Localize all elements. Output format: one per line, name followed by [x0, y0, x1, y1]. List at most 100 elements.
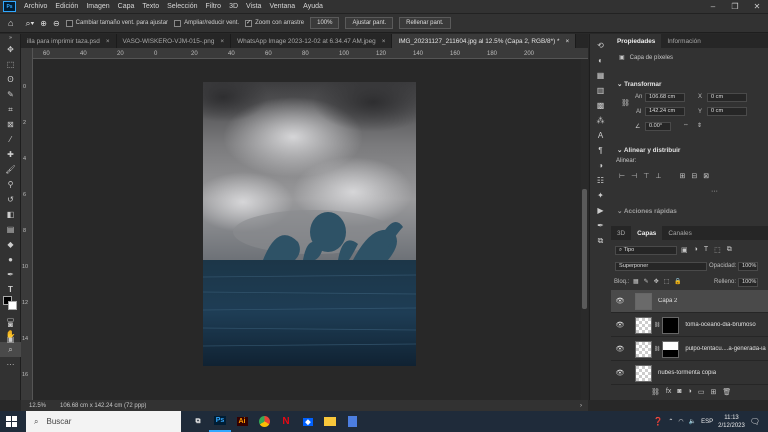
fill-screen-button[interactable]: Rellenar pant. — [399, 17, 451, 29]
blend-mode-select[interactable]: Superponer — [615, 262, 707, 271]
close-icon[interactable]: ✕ — [746, 2, 768, 11]
scrollbar-thumb[interactable] — [582, 189, 587, 309]
color-panel-icon[interactable]: ◐ — [590, 53, 611, 68]
dodge-tool-icon[interactable]: ● — [0, 252, 21, 267]
tab-info[interactable]: Información — [661, 34, 706, 48]
notifications-icon[interactable]: 🗨 — [750, 417, 760, 426]
height-field[interactable]: 142.24 cm — [645, 107, 685, 116]
layer-style-icon[interactable]: fx — [666, 388, 671, 396]
distribute-icon[interactable]: ⊠ — [703, 172, 709, 180]
tab-document-1[interactable]: illa para imprimir taza.psd × — [21, 34, 117, 48]
menu-3d[interactable]: 3D — [225, 3, 242, 10]
vertical-ruler[interactable]: 0 2 4 6 8 10 12 14 16 — [21, 48, 33, 400]
chevron-up-icon[interactable]: ⌃ — [668, 418, 673, 425]
styles-panel-icon[interactable]: ✦ — [590, 188, 611, 203]
taskbar-app-photoshop[interactable]: Ps — [209, 411, 231, 432]
task-view-icon[interactable]: ⧉ — [187, 411, 209, 432]
menu-ventana[interactable]: Ventana — [265, 3, 299, 10]
filter-pixel-icon[interactable]: ▣ — [681, 246, 688, 254]
transform-header[interactable]: ⌄ Transformar — [613, 76, 665, 92]
y-field[interactable]: 0 cm — [707, 107, 747, 116]
filter-adjustment-icon[interactable]: ◑ — [694, 246, 698, 254]
more-options-icon[interactable]: ··· — [711, 188, 718, 195]
healing-brush-tool-icon[interactable]: ✚ — [0, 147, 21, 162]
fit-screen-button[interactable]: Ajustar pant. — [345, 17, 394, 29]
adjustments-panel-icon[interactable]: ◑ — [590, 158, 611, 173]
menu-edicion[interactable]: Edición — [51, 3, 82, 10]
menu-vista[interactable]: Vista — [242, 3, 265, 10]
align-hcenter-icon[interactable]: ⊣ — [631, 172, 637, 180]
zoom-in-icon[interactable]: ⊕ — [40, 19, 47, 28]
background-color-swatch[interactable] — [8, 301, 17, 310]
chevron-right-icon[interactable]: › — [580, 403, 582, 409]
home-icon[interactable]: ⌂ — [8, 18, 13, 28]
crop-tool-icon[interactable]: ⌗ — [0, 102, 21, 117]
lock-transparency-icon[interactable]: ▦ — [633, 278, 639, 285]
zoom-level[interactable]: 12.5% — [29, 403, 46, 409]
layer-row[interactable]: 👁 ⛓ pulpo-tentacu....a-generada-ia — [611, 338, 768, 361]
tab-document-3[interactable]: WhatsApp Image 2023-12-02 at 6.34.47 AM.… — [231, 34, 393, 48]
maximize-icon[interactable]: ❐ — [724, 2, 746, 11]
align-left-icon[interactable]: ⊢ — [619, 172, 625, 180]
libraries-panel-icon[interactable]: ☷ — [590, 173, 611, 188]
collapse-icon[interactable]: » — [0, 34, 21, 42]
flip-horizontal-icon[interactable]: ⇔ — [683, 122, 689, 128]
menu-texto[interactable]: Texto — [138, 3, 163, 10]
lock-pixels-icon[interactable]: ✎ — [644, 278, 649, 285]
layer-name[interactable]: pulpo-tentacu....a-generada-ia — [685, 346, 765, 352]
opacity-field[interactable]: 100% — [738, 262, 758, 271]
filter-shape-icon[interactable]: ⬚ — [714, 246, 721, 254]
menu-imagen[interactable]: Imagen — [82, 3, 113, 10]
type-tool-icon[interactable]: T — [0, 282, 21, 297]
align-right-icon[interactable]: ⊤ — [643, 172, 649, 180]
visibility-eye-icon[interactable]: 👁 — [614, 345, 626, 353]
layer-name[interactable]: nubes-tormenta copia — [658, 370, 716, 376]
document-image[interactable] — [203, 82, 416, 366]
align-bottom-icon[interactable]: ⊟ — [691, 172, 697, 180]
taskbar-app-file-explorer[interactable] — [319, 411, 341, 432]
new-layer-icon[interactable]: ⊞ — [710, 388, 716, 396]
swatches-panel-icon[interactable]: ▦ — [590, 68, 611, 83]
lock-position-icon[interactable]: ✥ — [654, 278, 659, 285]
actions-panel-icon[interactable]: ▶ — [590, 203, 611, 218]
gradients-panel-icon[interactable]: ▥ — [590, 83, 611, 98]
brush-tool-icon[interactable]: 🖌 — [0, 162, 21, 177]
history-panel-icon[interactable]: ⟲ — [590, 38, 611, 53]
taskbar-app-dropbox[interactable]: ◆ — [297, 411, 319, 432]
layer-name[interactable]: Capa 2 — [658, 298, 677, 304]
eraser-tool-icon[interactable]: ◧ — [0, 207, 21, 222]
lasso-tool-icon[interactable]: ʘ — [0, 72, 21, 87]
lock-all-icon[interactable]: 🔒 — [674, 278, 681, 285]
x-field[interactable]: 0 cm — [707, 93, 747, 102]
pen-tool-icon[interactable]: ✒ — [0, 267, 21, 282]
zoom-tool-icon[interactable]: ⌕▾ — [25, 18, 34, 29]
close-icon[interactable]: × — [220, 38, 224, 45]
visibility-eye-icon[interactable]: 👁 — [614, 369, 626, 377]
taskbar-search[interactable]: ⌕ Buscar — [26, 411, 181, 432]
layer-filter-select[interactable]: ⌕ Tipo — [615, 246, 677, 255]
help-icon[interactable]: ❓ — [653, 417, 663, 426]
blur-tool-icon[interactable]: ◆ — [0, 237, 21, 252]
tab-3d[interactable]: 3D — [611, 226, 631, 240]
align-top-icon[interactable]: ⊥ — [655, 172, 661, 180]
marquee-tool-icon[interactable]: ⬚ — [0, 57, 21, 72]
layer-row[interactable]: 👁 nubes-tormenta copia — [611, 362, 768, 385]
fill-field[interactable]: 100% — [738, 278, 758, 287]
paragraph-panel-icon[interactable]: ¶ — [590, 143, 611, 158]
adjustment-layer-icon[interactable]: ◑ — [688, 388, 692, 396]
navigator-panel-icon[interactable]: ⧉ — [590, 233, 611, 248]
eyedropper-tool-icon[interactable]: ⁄ — [0, 132, 21, 147]
menu-capa[interactable]: Capa — [114, 3, 139, 10]
gradient-tool-icon[interactable]: ▤ — [0, 222, 21, 237]
angle-field[interactable]: 0.00° — [645, 122, 671, 131]
patterns-panel-icon[interactable]: ▩ — [590, 98, 611, 113]
brush-settings-icon[interactable]: ⁂ — [590, 113, 611, 128]
link-layers-icon[interactable]: ⛓ — [651, 388, 660, 396]
layer-row[interactable]: 👁 ⛓ toma-oceano-dia-brumoso — [611, 314, 768, 337]
taskbar-app-calculator[interactable] — [341, 411, 363, 432]
add-mask-icon[interactable]: ◙ — [677, 388, 681, 396]
layer-mask-thumbnail[interactable] — [662, 340, 680, 358]
layer-row[interactable]: 👁 Capa 2 — [611, 290, 768, 313]
taskbar-app-illustrator[interactable]: Ai — [231, 411, 253, 432]
visibility-eye-icon[interactable]: 👁 — [614, 321, 626, 329]
